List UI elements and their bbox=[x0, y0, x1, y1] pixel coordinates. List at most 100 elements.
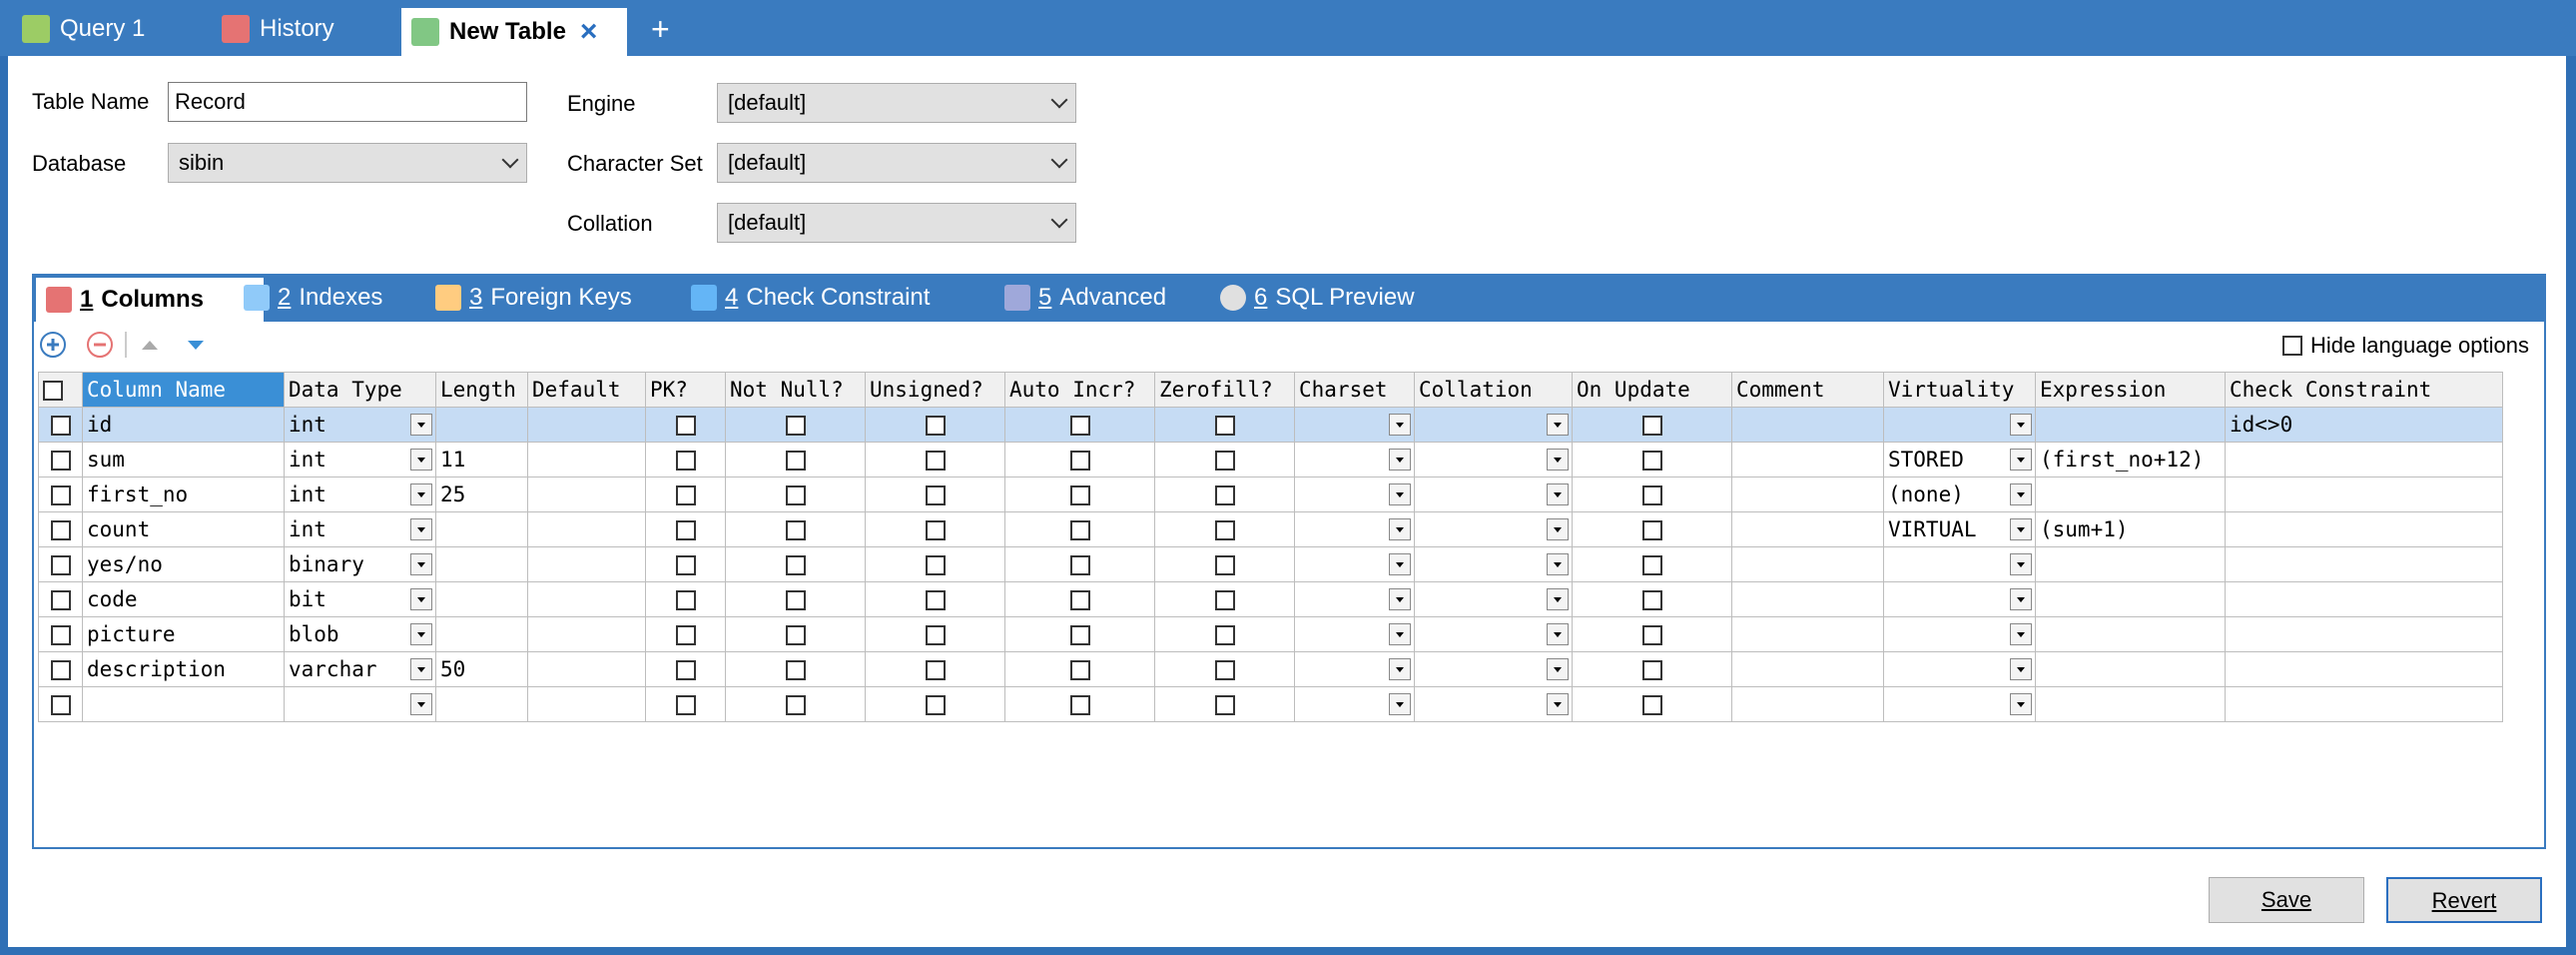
engine-select[interactable]: [default] bbox=[717, 83, 1076, 123]
dropdown-arrow-icon[interactable] bbox=[1389, 483, 1411, 505]
pk-cell[interactable] bbox=[645, 616, 726, 652]
zerofill-cell[interactable] bbox=[1154, 616, 1295, 652]
collation-cell[interactable] bbox=[1414, 616, 1573, 652]
checkbox[interactable] bbox=[1069, 590, 1090, 610]
check-constraint-cell[interactable] bbox=[2225, 581, 2503, 617]
checkbox[interactable] bbox=[50, 485, 71, 505]
revert-button[interactable]: Revert bbox=[2386, 877, 2542, 923]
default-cell[interactable] bbox=[527, 546, 646, 582]
header-cell[interactable]: Default bbox=[527, 372, 646, 408]
check-constraint-cell[interactable] bbox=[2225, 651, 2503, 687]
on-update-cell[interactable] bbox=[1572, 511, 1732, 547]
data-type-cell[interactable]: int bbox=[284, 477, 436, 512]
dropdown-arrow-icon[interactable] bbox=[2010, 693, 2032, 715]
comment-cell[interactable] bbox=[1731, 686, 1884, 722]
dropdown-arrow-icon[interactable] bbox=[1547, 483, 1569, 505]
unsigned-cell[interactable] bbox=[865, 407, 1005, 443]
on-update-cell[interactable] bbox=[1572, 407, 1732, 443]
checkbox[interactable] bbox=[925, 555, 946, 575]
expression-cell[interactable] bbox=[2035, 651, 2226, 687]
data-type-cell[interactable]: blob bbox=[284, 616, 436, 652]
expression-cell[interactable]: (first_no+12) bbox=[2035, 442, 2226, 478]
table-name-input[interactable]: Record bbox=[168, 82, 527, 122]
checkbox[interactable] bbox=[1641, 555, 1662, 575]
checkbox[interactable] bbox=[1214, 625, 1235, 645]
table-row[interactable]: description varchar 50 bbox=[38, 651, 2503, 687]
virtuality-cell[interactable]: (none) bbox=[1883, 477, 2036, 512]
dropdown-arrow-icon[interactable] bbox=[1389, 623, 1411, 645]
dropdown-arrow-icon[interactable] bbox=[1547, 449, 1569, 471]
checkbox[interactable] bbox=[1214, 695, 1235, 715]
checkbox[interactable] bbox=[1069, 660, 1090, 680]
dropdown-arrow-icon[interactable] bbox=[410, 553, 432, 575]
not-null-cell[interactable] bbox=[725, 477, 866, 512]
select-all-checkbox[interactable] bbox=[43, 381, 63, 401]
column-name-cell[interactable]: count bbox=[82, 511, 285, 547]
column-name-cell[interactable]: first_no bbox=[82, 477, 285, 512]
header-cell[interactable]: On Update bbox=[1572, 372, 1732, 408]
checkbox[interactable] bbox=[1069, 625, 1090, 645]
charset-cell[interactable] bbox=[1294, 442, 1415, 478]
checkbox[interactable] bbox=[925, 590, 946, 610]
table-row[interactable]: count int VIRTUAL (sum+1) bbox=[38, 511, 2503, 547]
dropdown-arrow-icon[interactable] bbox=[2010, 449, 2032, 471]
pk-cell[interactable] bbox=[645, 511, 726, 547]
length-cell[interactable]: 11 bbox=[435, 442, 528, 478]
dropdown-arrow-icon[interactable] bbox=[410, 658, 432, 680]
expression-cell[interactable] bbox=[2035, 546, 2226, 582]
unsigned-cell[interactable] bbox=[865, 581, 1005, 617]
tab-check-constraint[interactable]: 4 Check Constraint bbox=[691, 274, 930, 322]
checkbox[interactable] bbox=[785, 485, 806, 505]
pk-cell[interactable] bbox=[645, 546, 726, 582]
move-up-icon[interactable] bbox=[142, 341, 158, 350]
row-select-cell[interactable] bbox=[38, 477, 83, 512]
data-type-cell[interactable]: int bbox=[284, 511, 436, 547]
checkbox[interactable] bbox=[50, 416, 71, 436]
dropdown-arrow-icon[interactable] bbox=[1547, 518, 1569, 540]
pk-cell[interactable] bbox=[645, 651, 726, 687]
checkbox[interactable] bbox=[675, 520, 696, 540]
dropdown-arrow-icon[interactable] bbox=[410, 449, 432, 471]
on-update-cell[interactable] bbox=[1572, 651, 1732, 687]
on-update-cell[interactable] bbox=[1572, 477, 1732, 512]
column-name-cell[interactable]: id bbox=[82, 407, 285, 443]
checkbox[interactable] bbox=[675, 695, 696, 715]
dropdown-arrow-icon[interactable] bbox=[1389, 658, 1411, 680]
checkbox[interactable] bbox=[785, 520, 806, 540]
checkbox[interactable] bbox=[1214, 660, 1235, 680]
expression-cell[interactable] bbox=[2035, 407, 2226, 443]
checkbox[interactable] bbox=[925, 416, 946, 436]
charset-cell[interactable] bbox=[1294, 651, 1415, 687]
checkbox[interactable] bbox=[675, 660, 696, 680]
collation-cell[interactable] bbox=[1414, 407, 1573, 443]
checkbox[interactable] bbox=[1069, 416, 1090, 436]
virtuality-cell[interactable] bbox=[1883, 581, 2036, 617]
checkbox[interactable] bbox=[1214, 416, 1235, 436]
virtuality-cell[interactable] bbox=[1883, 651, 2036, 687]
checkbox[interactable] bbox=[1641, 590, 1662, 610]
row-select-cell[interactable] bbox=[38, 511, 83, 547]
check-constraint-cell[interactable] bbox=[2225, 477, 2503, 512]
row-select-cell[interactable] bbox=[38, 546, 83, 582]
default-cell[interactable] bbox=[527, 686, 646, 722]
dropdown-arrow-icon[interactable] bbox=[410, 414, 432, 436]
column-name-cell[interactable]: picture bbox=[82, 616, 285, 652]
collation-cell[interactable] bbox=[1414, 581, 1573, 617]
row-select-cell[interactable] bbox=[38, 616, 83, 652]
charset-cell[interactable] bbox=[1294, 546, 1415, 582]
zerofill-cell[interactable] bbox=[1154, 546, 1295, 582]
check-constraint-cell[interactable] bbox=[2225, 686, 2503, 722]
pk-cell[interactable] bbox=[645, 581, 726, 617]
length-cell[interactable]: 25 bbox=[435, 477, 528, 512]
checkbox[interactable] bbox=[675, 416, 696, 436]
length-cell[interactable] bbox=[435, 407, 528, 443]
unsigned-cell[interactable] bbox=[865, 442, 1005, 478]
checkbox[interactable] bbox=[1069, 695, 1090, 715]
close-icon[interactable]: × bbox=[580, 15, 598, 49]
checkbox[interactable] bbox=[50, 451, 71, 471]
header-cell[interactable]: Data Type bbox=[284, 372, 436, 408]
checkbox[interactable] bbox=[1641, 695, 1662, 715]
default-cell[interactable] bbox=[527, 442, 646, 478]
row-select-cell[interactable] bbox=[38, 581, 83, 617]
checkbox[interactable] bbox=[785, 660, 806, 680]
